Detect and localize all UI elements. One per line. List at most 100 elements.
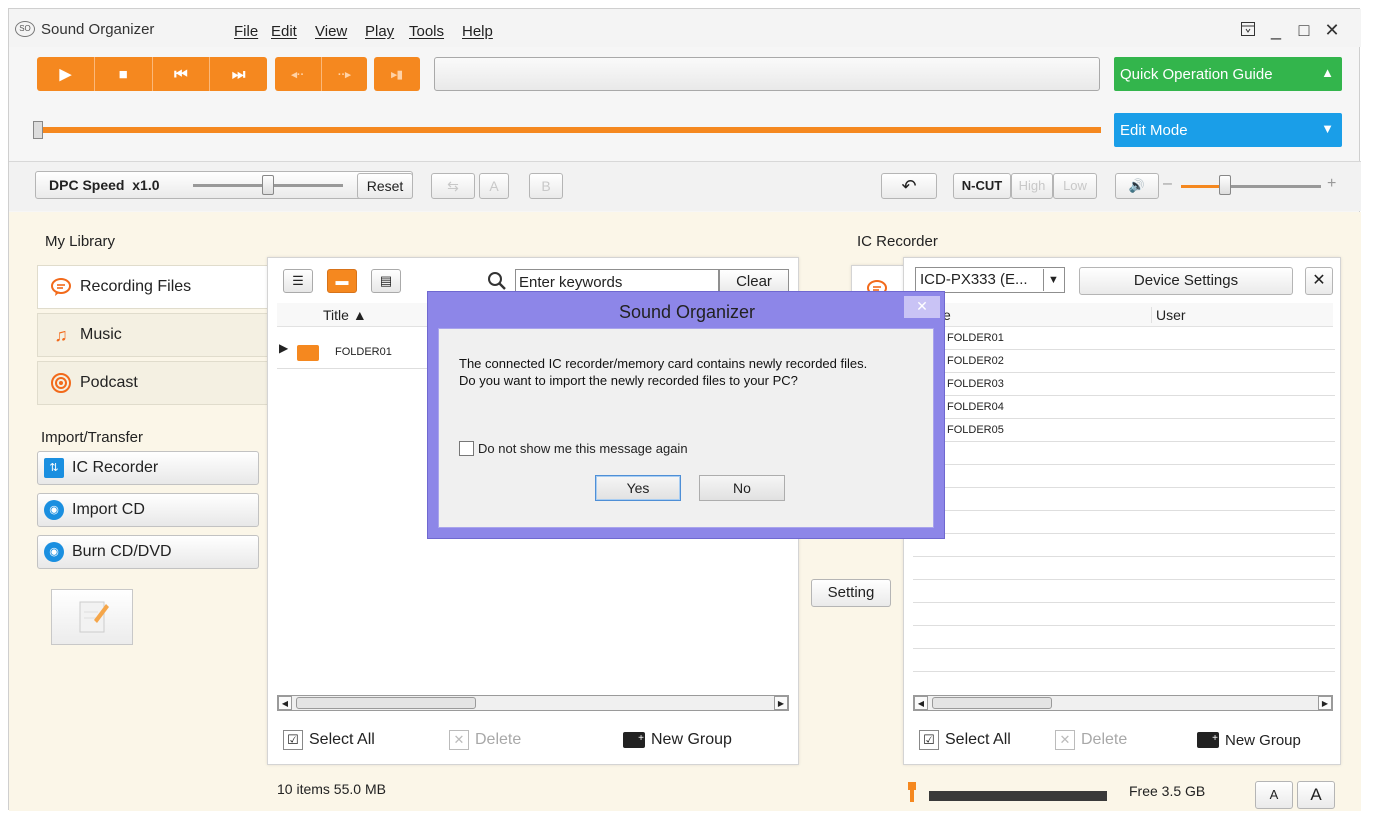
dialog-message: The connected IC recorder/memory card co… (459, 355, 867, 389)
device-select[interactable]: ICD-PX333 (E... ▼ (915, 267, 1065, 293)
select-all-label: Select All (309, 731, 375, 748)
step-forward-button[interactable]: ··▸ (322, 57, 368, 91)
speaker-icon[interactable]: 🔊 (1115, 173, 1159, 199)
undo-icon[interactable]: ↶ (881, 173, 937, 199)
status-text: 10 items 55.0 MB (277, 781, 386, 797)
dont-show-checkbox[interactable]: Do not show me this message again (459, 441, 688, 456)
chevron-down-icon[interactable]: ▼ (1043, 269, 1063, 291)
ic-select-all-button[interactable]: ☑ Select All (919, 725, 1011, 755)
close-button[interactable]: ✕ (1321, 21, 1343, 41)
new-folder-icon: + (1197, 732, 1219, 748)
previous-button[interactable]: ⏮ (153, 57, 211, 91)
volume-slider-thumb[interactable] (1219, 175, 1231, 195)
new-group-button[interactable]: + New Group (623, 725, 732, 755)
menu-play[interactable]: Play (365, 23, 394, 40)
dialog-close-button[interactable]: ✕ (904, 296, 940, 318)
font-small-button[interactable]: A (1255, 781, 1293, 809)
note-button[interactable] (51, 589, 133, 645)
ncut-high-button[interactable]: High (1011, 173, 1053, 199)
font-large-button[interactable]: A (1297, 781, 1335, 809)
folder-view-icon[interactable]: ▬ (327, 269, 357, 293)
scrollbar-thumb[interactable] (296, 697, 476, 709)
delete-button[interactable]: ✕ Delete (449, 725, 521, 755)
tab-podcast[interactable]: Podcast (37, 361, 269, 405)
stop-button[interactable]: ■ (95, 57, 153, 91)
scroll-right-icon[interactable]: ▶ (1318, 696, 1332, 710)
step-back-button[interactable]: ◂·· (275, 57, 322, 91)
volume-plus: + (1327, 175, 1337, 192)
reset-button[interactable]: Reset (357, 173, 413, 199)
dpc-slider-thumb[interactable] (262, 175, 274, 195)
row-title: FOLDER01 (335, 346, 392, 358)
track-mark-button[interactable]: ▸▮ (374, 57, 420, 91)
device-select-value: ICD-PX333 (E... (920, 271, 1028, 288)
minimize-button[interactable]: _ (1265, 21, 1287, 41)
list-item[interactable]: FOLDER02 (913, 350, 1335, 373)
scroll-left-icon[interactable]: ◀ (914, 696, 928, 710)
tab-music[interactable]: ♫ Music (37, 313, 269, 357)
note-pencil-icon (79, 601, 109, 633)
empty-row (913, 649, 1335, 672)
ic-scrollbar-thumb[interactable] (932, 697, 1052, 709)
no-button[interactable]: No (699, 475, 785, 501)
horizontal-scrollbar[interactable]: ◀ ▶ (277, 695, 789, 711)
menu-help[interactable]: Help (462, 23, 493, 40)
dialog-message-line2: Do you want to import the newly recorded… (459, 373, 798, 388)
ic-delete-button[interactable]: ✕ Delete (1055, 725, 1127, 755)
checkbox-icon: ☑ (919, 730, 939, 750)
list-item[interactable]: FOLDER03 (913, 373, 1335, 396)
point-a-button[interactable]: A (479, 173, 509, 199)
quick-operation-guide-button[interactable]: Quick Operation Guide ▲ (1114, 57, 1342, 91)
list-item[interactable]: FOLDER01 (913, 327, 1335, 350)
list-item[interactable]: FOLDER04 (913, 396, 1335, 419)
menu-edit[interactable]: Edit (271, 23, 297, 40)
select-all-button[interactable]: ☑ Select All (283, 725, 375, 755)
ic-select-all-label: Select All (945, 731, 1011, 748)
burn-cd-button[interactable]: ◉ Burn CD/DVD (37, 535, 259, 569)
edit-mode-button[interactable]: Edit Mode ▼ (1114, 113, 1342, 147)
setting-button[interactable]: Setting (811, 579, 891, 607)
scroll-left-icon[interactable]: ◀ (278, 696, 292, 710)
column-title[interactable]: Title ▲ (323, 307, 367, 323)
pin-icon[interactable] (1237, 21, 1259, 41)
close-icon[interactable]: ✕ (1305, 267, 1333, 295)
import-cd-button[interactable]: ◉ Import CD (37, 493, 259, 527)
yes-button[interactable]: Yes (595, 475, 681, 501)
new-group-label: New Group (651, 731, 732, 748)
list-item[interactable]: FOLDER05 (913, 419, 1335, 442)
checkbox-box[interactable] (459, 441, 474, 456)
scroll-right-icon[interactable]: ▶ (774, 696, 788, 710)
app-title: Sound Organizer (41, 21, 155, 38)
play-button[interactable]: ▶ (37, 57, 95, 91)
ncut-button[interactable]: N-CUT (953, 173, 1011, 199)
device-settings-button[interactable]: Device Settings (1079, 267, 1293, 295)
tab-recording-files[interactable]: Recording Files (37, 265, 277, 309)
import-dialog: Sound Organizer ✕ The connected IC recor… (427, 291, 945, 539)
card-view-icon[interactable]: ▤ (371, 269, 401, 293)
ab-repeat-button[interactable]: ⇆ (431, 173, 475, 199)
ic-new-group-button[interactable]: + New Group (1197, 725, 1301, 755)
menu-view[interactable]: View (315, 23, 347, 40)
next-button[interactable]: ⏭ (210, 57, 267, 91)
burn-cd-button-label: Burn CD/DVD (72, 543, 172, 560)
dpc-label: DPC Speed x1.0 (49, 177, 160, 193)
ncut-low-button[interactable]: Low (1053, 173, 1097, 199)
chevron-down-icon: ▼ (1321, 121, 1334, 136)
ic-recorder-button[interactable]: ⇅ IC Recorder (37, 451, 259, 485)
menu-file[interactable]: File (234, 23, 258, 40)
checkbox-icon: ☑ (283, 730, 303, 750)
dialog-body: The connected IC recorder/memory card co… (438, 328, 934, 528)
empty-row (913, 534, 1335, 557)
seek-handle[interactable] (33, 121, 43, 139)
ic-column-user[interactable]: User (1151, 307, 1186, 323)
ic-horizontal-scrollbar[interactable]: ◀ ▶ (913, 695, 1333, 711)
expand-icon[interactable]: ▶ (279, 337, 288, 359)
volume-slider[interactable] (1231, 185, 1321, 188)
list-view-icon[interactable]: ☰ (283, 269, 313, 293)
maximize-button[interactable]: □ (1293, 21, 1315, 41)
tab-podcast-label: Podcast (80, 374, 138, 391)
seek-bar[interactable] (35, 127, 1101, 133)
import-cd-button-label: Import CD (72, 501, 145, 518)
point-b-button[interactable]: B (529, 173, 563, 199)
menu-tools[interactable]: Tools (409, 23, 444, 40)
